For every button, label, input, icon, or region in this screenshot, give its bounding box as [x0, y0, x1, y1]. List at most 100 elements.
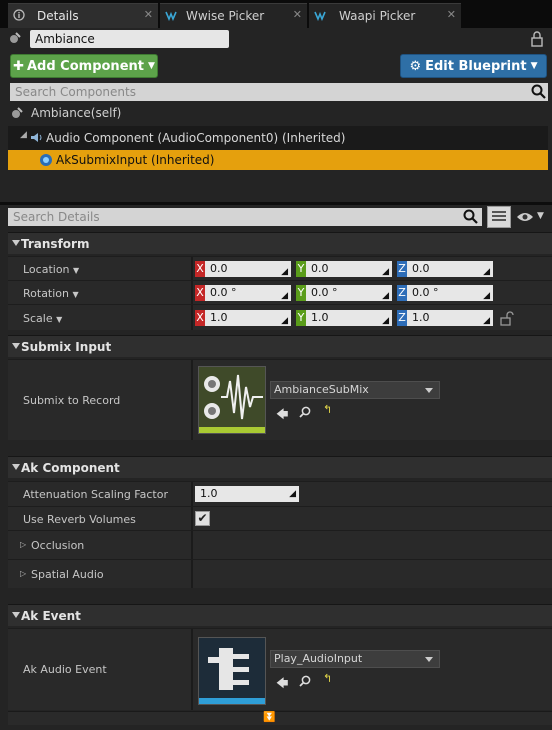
category-transform[interactable]: Transform [8, 232, 552, 254]
submix-label: Submix to Record [23, 394, 121, 407]
category-ak-event[interactable]: Ak Event [8, 604, 552, 626]
property-matrix-button[interactable] [487, 206, 511, 228]
component-self-label: Ambiance(self) [31, 106, 122, 120]
ak-event-asset-dropdown[interactable]: Play_AudioInput [270, 650, 440, 668]
location-y-field[interactable]: Y 0.0 ◢ [296, 261, 392, 277]
property-group-occlusion[interactable]: ▷ Occlusion [8, 530, 552, 559]
advanced-expander[interactable]: ⏬ [8, 711, 552, 725]
eye-icon [517, 213, 533, 221]
rotation-y-field[interactable]: Y 0.0 ° ◢ [296, 285, 392, 301]
expand-arrow-icon[interactable]: ◢ [20, 130, 27, 140]
category-ak-component[interactable]: Ak Component [8, 456, 552, 478]
category-submix-input[interactable]: Submix Input [8, 335, 552, 357]
grid-icon [492, 211, 506, 221]
search-components-input[interactable]: Search Components [10, 83, 548, 101]
gear-icon: ⚙ [409, 58, 422, 74]
view-options-button[interactable]: ▼ [516, 209, 548, 225]
lock-icon[interactable] [530, 31, 544, 47]
collapse-arrow-icon [12, 464, 20, 470]
submix-waveform-icon [199, 374, 265, 433]
ak-audio-event-label: Ak Audio Event [23, 663, 107, 676]
property-group-spatial-audio[interactable]: ▷ Spatial Audio [8, 559, 552, 588]
wwise-icon [314, 11, 326, 21]
property-row-submix: Submix to Record AmbianceSubMix 🡄 ↰ [8, 359, 552, 440]
submix-asset-dropdown[interactable]: AmbianceSubMix [270, 381, 440, 399]
scale-z-field[interactable]: Z 1.0 ◢ [397, 310, 493, 326]
edit-blueprint-button[interactable]: ⚙ Edit Blueprint ▼ [400, 54, 547, 78]
attenuation-scaling-field[interactable]: 1.0 ◢ [195, 486, 299, 502]
splitter[interactable] [0, 202, 552, 205]
actor-icon [10, 32, 21, 43]
browse-search-icon[interactable] [299, 675, 311, 687]
location-x-field[interactable]: X 0.0 ◢ [195, 261, 291, 277]
drag-handle-icon[interactable]: ◢ [382, 313, 389, 329]
chevron-down-icon [425, 657, 433, 662]
ak-event-asset-thumbnail[interactable] [198, 637, 266, 705]
drag-handle-icon[interactable]: ◢ [281, 288, 288, 304]
expand-arrow-icon[interactable]: ▷ [20, 540, 26, 549]
property-row-rotation: Rotation ▼ X 0.0 ° ◢ Y 0.0 ° ◢ Z 0.0 ° ◢ [8, 280, 552, 304]
drag-handle-icon[interactable]: ◢ [289, 486, 296, 502]
unlock-icon[interactable] [500, 311, 514, 326]
drag-handle-icon[interactable]: ◢ [382, 288, 389, 304]
add-component-label: Add Component [26, 58, 144, 74]
submix-asset-thumbnail[interactable] [198, 366, 266, 434]
rotation-z-field[interactable]: Z 0.0 ° ◢ [397, 285, 493, 301]
reset-icon[interactable]: ↰ [323, 672, 332, 685]
use-selected-arrow-icon[interactable]: 🡄 [276, 674, 288, 695]
column-splitter[interactable] [191, 305, 193, 330]
chevron-down-icon: ▼ [147, 61, 155, 71]
column-splitter[interactable] [191, 531, 193, 559]
location-z-field[interactable]: Z 0.0 ◢ [397, 261, 493, 277]
reset-icon[interactable]: ↰ [323, 403, 332, 416]
search-details-input[interactable]: Search Details [8, 208, 482, 226]
drag-handle-icon[interactable]: ◢ [382, 264, 389, 280]
column-splitter[interactable] [191, 360, 193, 440]
attenuation-label: Attenuation Scaling Factor [23, 488, 168, 501]
close-icon[interactable]: ✕ [447, 8, 456, 21]
drag-handle-icon[interactable]: ◢ [483, 264, 490, 280]
spatial-audio-label: Spatial Audio [31, 568, 104, 581]
drag-handle-icon[interactable]: ◢ [281, 313, 288, 329]
drag-handle-icon[interactable]: ◢ [483, 313, 490, 329]
column-splitter[interactable] [191, 482, 193, 506]
scale-label[interactable]: Scale ▼ [23, 312, 62, 325]
chevron-down-icon: ▼ [537, 211, 544, 221]
column-splitter[interactable] [191, 560, 193, 588]
scale-y-field[interactable]: Y 1.0 ◢ [296, 310, 392, 326]
search-icon [463, 209, 478, 224]
column-splitter[interactable] [191, 507, 193, 530]
actor-icon [12, 107, 23, 118]
tree-item-audio-component[interactable]: ◢ Audio Component (AudioComponent0) (Inh… [8, 128, 548, 148]
scale-x-field[interactable]: X 1.0 ◢ [195, 310, 291, 326]
property-row-location: Location ▼ X 0.0 ◢ Y 0.0 ◢ Z 0.0 ◢ [8, 256, 552, 280]
tab-wwise-picker[interactable]: Wwise Picker ✕ [160, 3, 307, 28]
location-label[interactable]: Location ▼ [23, 263, 79, 276]
use-reverb-volumes-checkbox[interactable]: ✔ [195, 511, 210, 526]
column-splitter[interactable] [191, 257, 193, 280]
component-self-item[interactable]: Ambiance(self) [10, 104, 548, 124]
column-splitter[interactable] [191, 281, 193, 304]
search-icon [531, 84, 546, 99]
tab-details[interactable]: Details ✕ [8, 3, 158, 28]
use-selected-arrow-icon[interactable]: 🡄 [276, 405, 288, 426]
drag-handle-icon[interactable]: ◢ [483, 288, 490, 304]
plus-icon: ✚ [13, 58, 24, 74]
add-component-button[interactable]: ✚ Add Component ▼ [10, 54, 158, 78]
drag-handle-icon[interactable]: ◢ [281, 264, 288, 280]
edit-blueprint-label: Edit Blueprint [425, 58, 527, 74]
expand-arrow-icon[interactable]: ▷ [20, 569, 26, 578]
browse-search-icon[interactable] [299, 406, 311, 418]
property-row-reverb: Use Reverb Volumes ✔ [8, 506, 552, 530]
column-splitter[interactable] [191, 629, 193, 710]
tree-item-aksubmixinput[interactable]: AkSubmixInput (Inherited) [8, 150, 548, 170]
tab-waapi-picker[interactable]: Waapi Picker ✕ [309, 3, 461, 28]
close-icon[interactable]: ✕ [293, 8, 302, 21]
tab-bar: Details ✕ Wwise Picker ✕ Waapi Picker ✕ [0, 0, 552, 28]
rotation-label[interactable]: Rotation ▼ [23, 287, 79, 300]
actor-name-input[interactable]: Ambiance [30, 30, 229, 48]
rotation-x-field[interactable]: X 0.0 ° ◢ [195, 285, 291, 301]
ak-event-icon [199, 648, 265, 704]
close-icon[interactable]: ✕ [144, 8, 153, 21]
chevron-down-icon: ▼ [530, 61, 538, 71]
